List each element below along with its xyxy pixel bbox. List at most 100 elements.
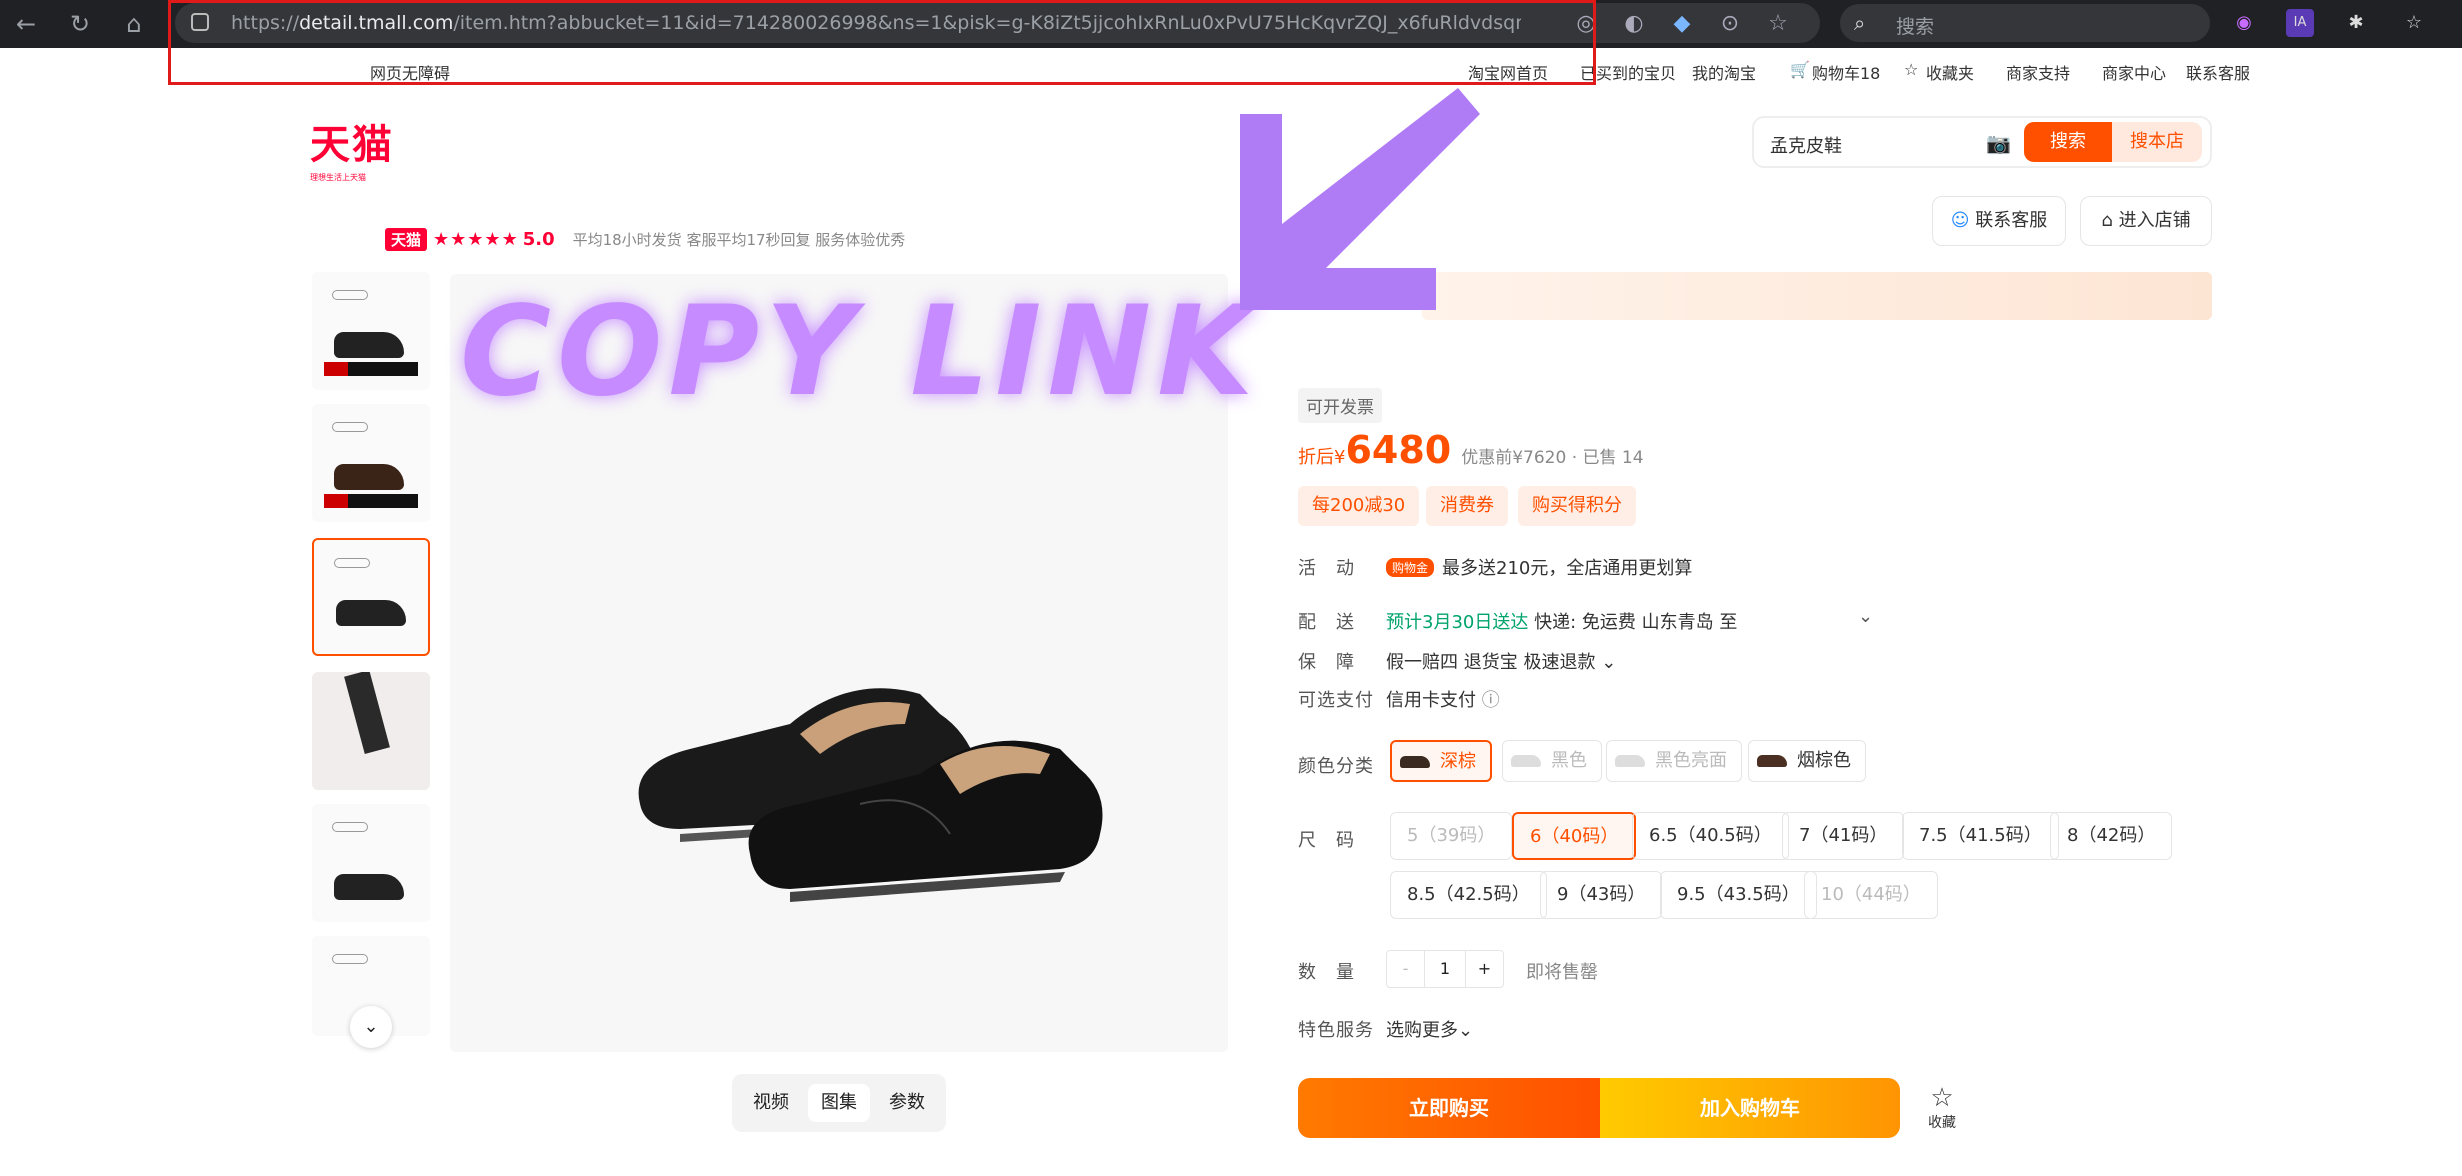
topnav-contact[interactable]: 联系客服 <box>2186 60 2250 84</box>
url-text[interactable]: https://detail.tmall.com/item.htm?abbuck… <box>231 12 1521 34</box>
star-icon: ☆ <box>1930 1083 1954 1113</box>
camera-icon[interactable]: 📷 <box>1986 131 2011 155</box>
delivery-label: 配 送 <box>1298 612 1355 633</box>
back-icon[interactable]: ← <box>8 6 44 42</box>
browser-search[interactable]: ⌕ 搜索 <box>1840 4 2210 42</box>
delivery-eta: 预计3月30日送达 <box>1386 612 1529 633</box>
thumbnail-5[interactable] <box>312 804 430 922</box>
address-bar[interactable]: https://detail.tmall.com/item.htm?abbuck… <box>175 3 1820 43</box>
contact-service-button[interactable]: ☺ 联系客服 <box>1932 196 2066 246</box>
thumbnail-3[interactable] <box>312 538 430 656</box>
buy-now-button[interactable]: 立即购买 <box>1298 1078 1600 1138</box>
shoe-thumb <box>1615 755 1645 767</box>
color-option-3[interactable]: 黑色亮面 <box>1606 740 1742 782</box>
reload-icon[interactable]: ↻ <box>62 6 98 42</box>
accessibility-link[interactable]: 网页无障碍 <box>370 60 450 84</box>
search-input[interactable]: 孟克皮鞋 <box>1770 132 1842 158</box>
payment-text: 信用卡支付 <box>1386 690 1476 711</box>
size-option[interactable]: 6.5（40.5码） <box>1632 812 1789 860</box>
size-option[interactable]: 5（39码） <box>1390 812 1513 860</box>
coupon-discount[interactable]: 每200减30 <box>1298 486 1420 526</box>
chevron-down-icon[interactable]: ⌄ <box>350 1006 392 1048</box>
shoe-thumb <box>1511 755 1541 767</box>
browser-toolbar: ← ↻ ⌂ https://detail.tmall.com/item.htm?… <box>0 0 2462 48</box>
quantity-stepper: - 1 + <box>1386 950 1504 988</box>
info-icon[interactable]: ⓘ <box>1482 690 1500 711</box>
topnav-cart[interactable]: 购物车18 <box>1812 60 1880 84</box>
coupon-voucher[interactable]: 消费券 <box>1426 486 1508 526</box>
delivery-row[interactable]: 预计3月30日送达 快递: 免运费 山东青岛 至 <box>1386 608 1737 634</box>
shoe-thumb <box>1400 756 1430 768</box>
shoe-mini <box>336 600 406 626</box>
thumbnail-2[interactable] <box>312 404 430 522</box>
chevron-down-icon: ⌄ <box>1601 652 1617 673</box>
search-placeholder: 搜索 <box>1896 16 1935 38</box>
add-to-cart-button[interactable]: 加入购物车 <box>1600 1078 1900 1138</box>
edge-icon[interactable]: ◐ <box>1621 11 1647 37</box>
color-option-label: 黑色 <box>1551 750 1587 771</box>
guarantee-label: 保 障 <box>1298 652 1355 673</box>
logo-title: 天猫 <box>310 121 394 168</box>
favorite-star-icon[interactable]: ☆ <box>1765 11 1791 37</box>
arrow-pointer-icon <box>1240 88 1480 310</box>
size-option[interactable]: 6（40码） <box>1512 812 1637 860</box>
leg-image <box>344 672 390 755</box>
topnav-merchant-center[interactable]: 商家中心 <box>2102 60 2166 84</box>
price-block: 折后¥6480 优惠前¥7620 · 已售 14 <box>1298 428 1644 472</box>
price-prefix: 折后 <box>1298 447 1334 468</box>
size-option[interactable]: 10（44码） <box>1804 871 1938 919</box>
brand-mark <box>332 954 368 964</box>
guarantee-row[interactable]: 假一赔四 退货宝 极速退款 ⌄ <box>1386 648 1616 674</box>
service-select[interactable]: 选购更多⌄ <box>1386 1016 1473 1042</box>
delivery-text: 快递: 免运费 山东青岛 至 <box>1534 612 1738 633</box>
color-option-1[interactable]: 深棕 <box>1390 740 1492 782</box>
rating-stars: ★★★★★ <box>433 229 519 250</box>
favorites-icon[interactable]: ☆ <box>2400 9 2428 37</box>
copilot-icon[interactable]: ◉ <box>2230 9 2258 37</box>
color-option-4[interactable]: 烟棕色 <box>1748 740 1866 782</box>
topnav-star-icon[interactable]: ☆ <box>1904 60 1918 79</box>
topnav-merchant-support[interactable]: 商家支持 <box>2006 60 2070 84</box>
topnav-bought[interactable]: 已买到的宝贝 <box>1580 60 1676 84</box>
qty-minus-button[interactable]: - <box>1387 951 1425 987</box>
shoe-mini <box>334 464 404 490</box>
coupon-points[interactable]: 购买得积分 <box>1518 486 1636 526</box>
size-option[interactable]: 7.5（41.5码） <box>1902 812 2059 860</box>
tab-gallery[interactable]: 图集 <box>808 1084 870 1122</box>
media-tabs: 视频 图集 参数 <box>732 1074 946 1132</box>
enter-store-button[interactable]: ⌂ 进入店铺 <box>2080 196 2212 246</box>
extensions-icon[interactable]: ✱ <box>2342 9 2370 37</box>
size-label: 尺 码 <box>1298 830 1355 851</box>
qty-plus-button[interactable]: + <box>1465 951 1503 987</box>
search-store-button[interactable]: 搜本店 <box>2112 122 2202 162</box>
size-option[interactable]: 9.5（43.5码） <box>1660 871 1817 919</box>
cart-icon[interactable]: 🛒 <box>1790 60 1810 79</box>
thumbnail-4[interactable] <box>312 672 430 790</box>
ia-extension-icon[interactable]: IA <box>2286 9 2314 37</box>
logo-slogan: 理想生活上天猫 <box>310 173 366 182</box>
activity-label: 活 动 <box>1298 558 1355 579</box>
delivery-chevron-icon[interactable]: ⌄ <box>1858 606 1873 627</box>
tab-video[interactable]: 视频 <box>740 1084 802 1122</box>
coupon-tag-icon[interactable]: ◆ <box>1669 11 1695 37</box>
topnav-mytaobao[interactable]: 我的淘宝 <box>1692 60 1756 84</box>
payment-label: 可选支付 <box>1298 690 1374 711</box>
tracking-icon[interactable]: ◎ <box>1573 11 1599 37</box>
tmall-logo[interactable]: 天猫 理想生活上天猫 <box>310 112 400 182</box>
tab-params[interactable]: 参数 <box>876 1084 938 1122</box>
color-option-label: 黑色亮面 <box>1655 750 1727 771</box>
qty-input[interactable]: 1 <box>1426 951 1464 987</box>
size-option[interactable]: 7（41码） <box>1782 812 1905 860</box>
thumbnail-1[interactable] <box>312 272 430 390</box>
search-button[interactable]: 搜索 <box>2024 122 2112 162</box>
gift-badge: 购物金 <box>1386 558 1435 577</box>
favorite-button[interactable]: ☆ 收藏 <box>1922 1084 1962 1132</box>
home-icon[interactable]: ⌂ <box>116 6 152 42</box>
topnav-favorites[interactable]: 收藏夹 <box>1926 60 1974 84</box>
color-option-2[interactable]: 黑色 <box>1502 740 1602 782</box>
more-icon[interactable]: ⊙ <box>1717 11 1743 37</box>
lock-icon[interactable] <box>191 13 209 31</box>
size-option[interactable]: 9（43码） <box>1540 871 1663 919</box>
size-option[interactable]: 8（42码） <box>2050 812 2173 860</box>
size-option[interactable]: 8.5（42.5码） <box>1390 871 1547 919</box>
